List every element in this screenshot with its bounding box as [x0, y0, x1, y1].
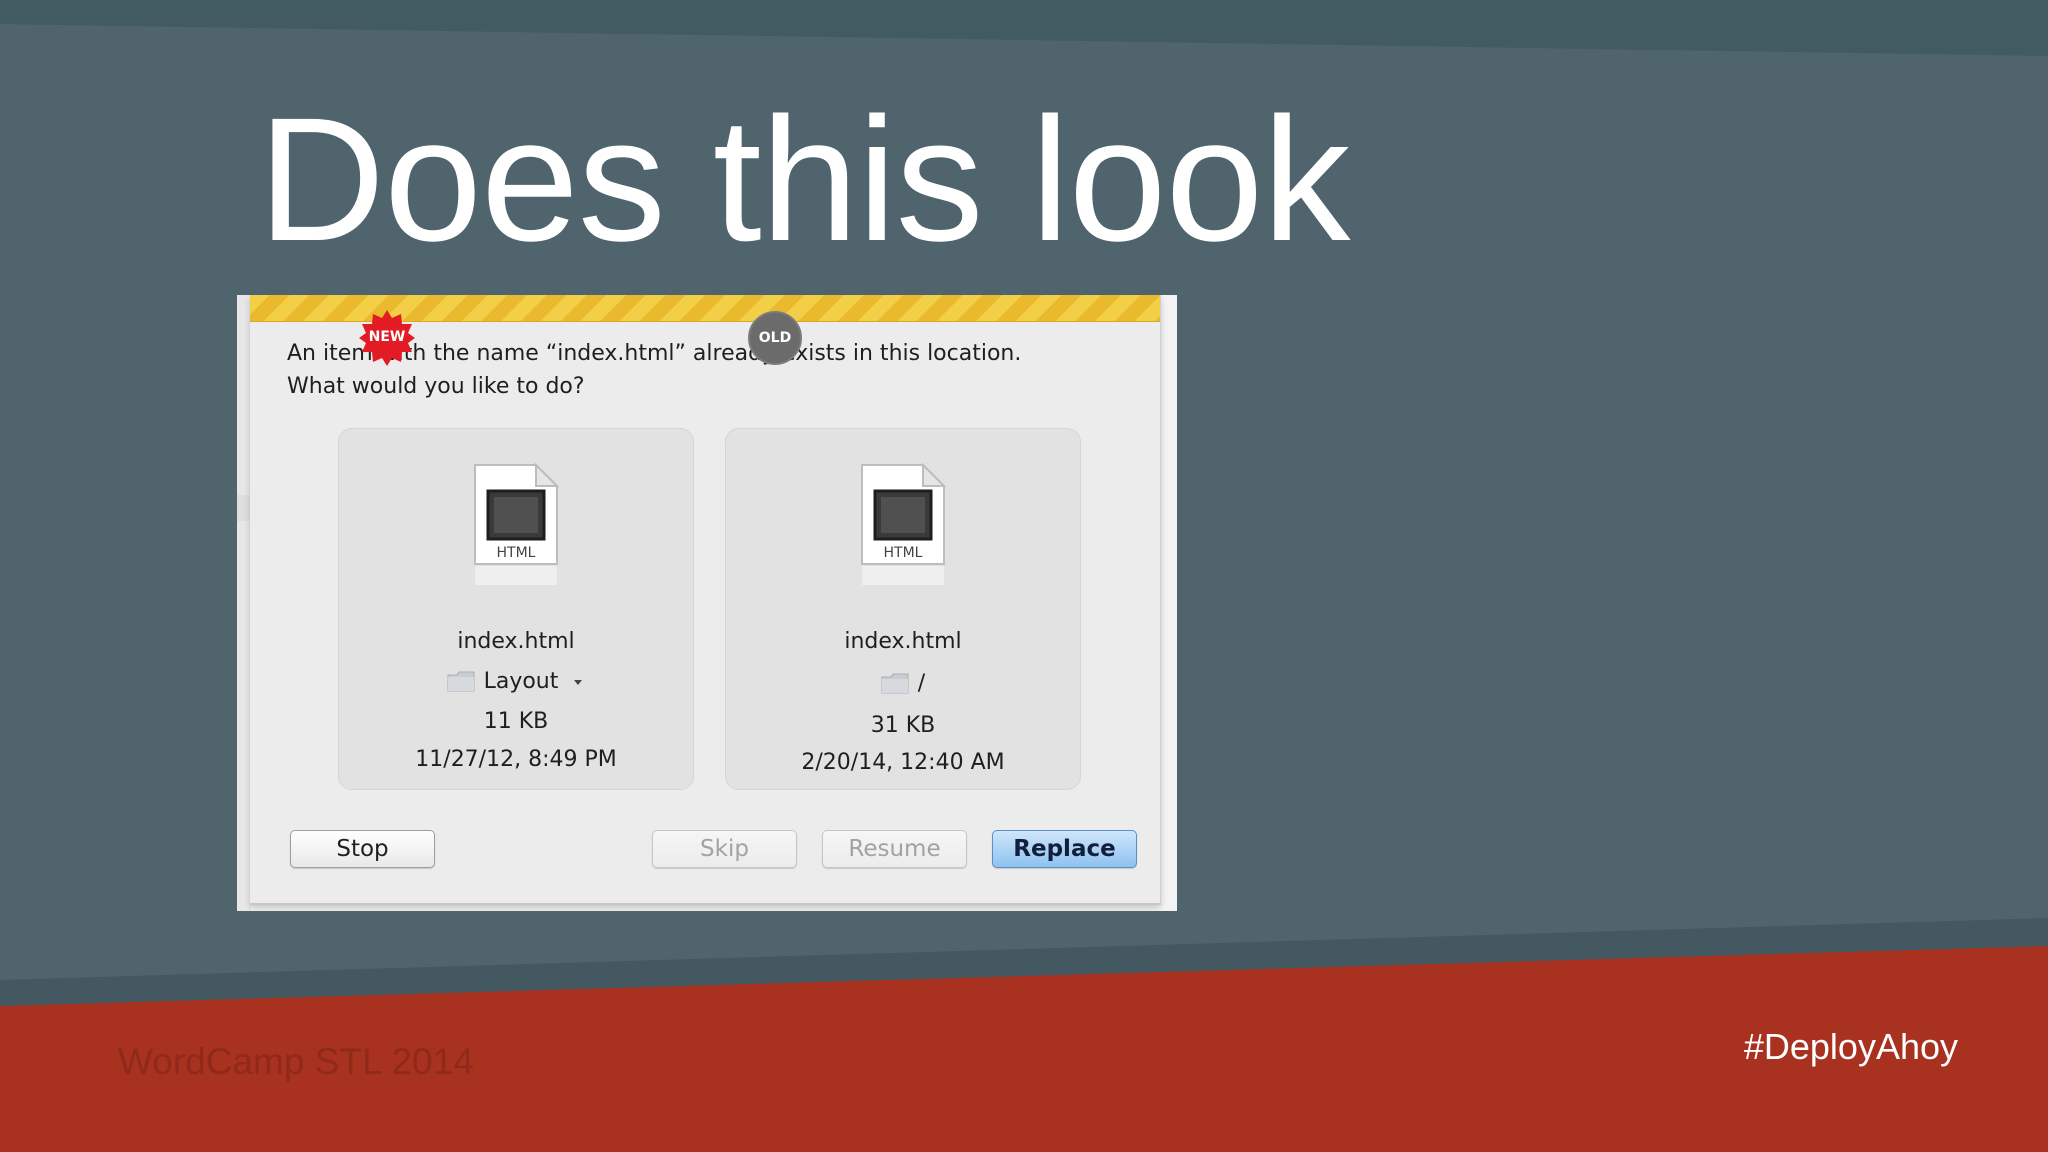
html-file-label: HTML — [497, 545, 536, 561]
footer-event-name: WordCamp STL 2014 — [118, 1041, 474, 1082]
old-item-location: / — [726, 671, 1080, 696]
new-item-size: 11 KB — [483, 709, 549, 734]
footer-hashtag: #DeployAhoy — [1743, 1026, 1958, 1067]
html-file-icon: HTML — [861, 463, 947, 585]
new-badge-icon: NEW — [358, 309, 416, 367]
conflict-message-line-2: What would you like to do? — [287, 374, 585, 399]
new-item-location[interactable]: Layout — [339, 669, 693, 694]
new-item-modified: 11/27/12, 8:49 PM — [415, 747, 617, 772]
skip-button[interactable]: Skip — [652, 830, 797, 868]
new-item-folder-name: Layout — [483, 669, 559, 694]
old-item-card: HTML index.html / 31 KB 2/20/14, 12:40 A… — [725, 428, 1081, 790]
new-item-filename: index.html — [457, 629, 575, 654]
old-item-size: 31 KB — [870, 713, 936, 738]
replace-button[interactable]: Replace — [992, 830, 1137, 868]
slide-title: Does this look — [258, 82, 1350, 278]
new-badge-label: NEW — [368, 329, 406, 345]
file-conflict-dialog: An item with the name “index.html” alrea… — [250, 295, 1161, 905]
old-item-modified: 2/20/14, 12:40 AM — [801, 750, 1005, 775]
new-item-card: HTML index.html Layout 11 KB 11/27/12, 8… — [338, 428, 694, 790]
chevron-down-icon — [574, 679, 583, 685]
html-file-icon: HTML — [474, 463, 560, 585]
old-item-filename: index.html — [844, 629, 962, 654]
stop-button[interactable]: Stop — [290, 830, 435, 868]
old-badge-icon: OLD — [748, 311, 802, 365]
finder-screenshot: An item with the name “index.html” alrea… — [237, 295, 1177, 911]
folder-icon — [881, 673, 909, 694]
resume-button[interactable]: Resume — [822, 830, 967, 868]
html-file-label: HTML — [884, 545, 923, 561]
folder-icon — [447, 671, 475, 692]
old-item-folder-name: / — [917, 671, 926, 696]
